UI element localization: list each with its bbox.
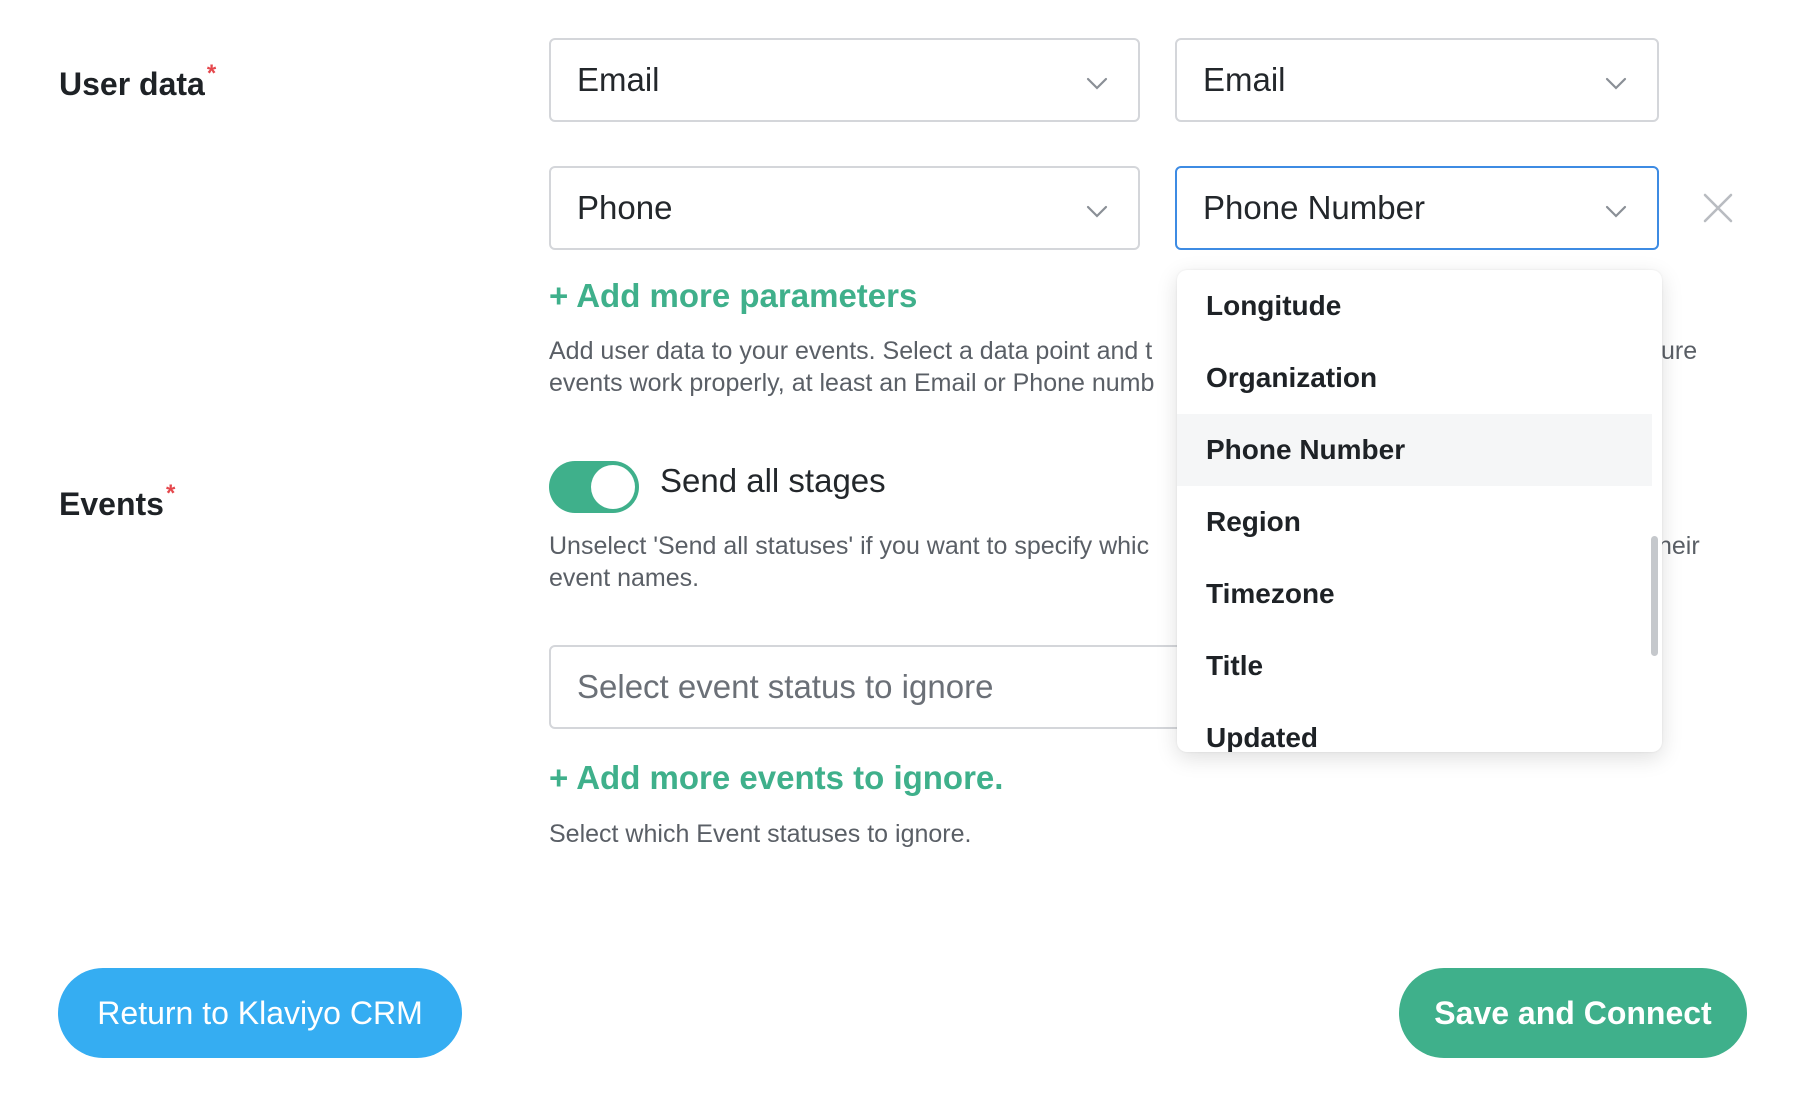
select-value: Phone (577, 189, 673, 226)
dropdown-option[interactable]: Longitude (1177, 270, 1652, 342)
events-help-line-1-tail: heir (1658, 532, 1700, 560)
chevron-down-icon (1603, 66, 1629, 92)
required-asterisk: * (165, 480, 176, 507)
add-more-events-to-ignore-link[interactable]: + Add more events to ignore. (549, 759, 1003, 797)
dropdown-option[interactable]: Organization (1177, 342, 1652, 414)
events-help-line-2: event names. (549, 564, 700, 592)
target-field-dropdown[interactable]: Longitude Organization Phone Number Regi… (1177, 270, 1662, 752)
chevron-down-icon (1084, 66, 1110, 92)
save-and-connect-button[interactable]: Save and Connect (1399, 968, 1747, 1058)
chevron-down-icon (1603, 194, 1629, 220)
add-more-parameters-link[interactable]: + Add more parameters (549, 277, 917, 315)
user-data-help-line-1-tail: ure (1661, 337, 1698, 365)
user-data-source-select-2[interactable]: Phone (549, 166, 1140, 250)
dropdown-option[interactable]: Timezone (1177, 558, 1652, 630)
events-help-line-1: Unselect 'Send all statuses' if you want… (549, 532, 1150, 560)
user-data-target-select-2[interactable]: Phone Number (1175, 166, 1659, 250)
remove-row-close-icon[interactable] (1700, 190, 1736, 226)
dropdown-option[interactable]: Updated (1177, 702, 1652, 752)
event-status-ignore-select[interactable]: Select event status to ignore (549, 645, 1249, 729)
dropdown-option[interactable]: Region (1177, 486, 1652, 558)
toggle-knob (591, 465, 635, 509)
user-data-source-select-1[interactable]: Email (549, 38, 1140, 122)
select-value: Email (1203, 61, 1286, 98)
user-data-target-select-1[interactable]: Email (1175, 38, 1659, 122)
ignore-help-text: Select which Event statuses to ignore. (549, 820, 972, 848)
required-asterisk: * (206, 60, 217, 87)
events-label-text: Events (59, 486, 164, 522)
select-value: Email (577, 61, 660, 98)
dropdown-list: Longitude Organization Phone Number Regi… (1177, 270, 1662, 752)
select-value: Phone Number (1203, 189, 1425, 226)
events-label: Events* (59, 480, 175, 523)
user-data-help-line-2: events work properly, at least an Email … (549, 369, 1155, 397)
user-data-help-line-1: Add user data to your events. Select a d… (549, 337, 1153, 365)
chevron-down-icon (1084, 194, 1110, 220)
user-data-label: User data* (59, 60, 216, 103)
dropdown-scrollbar[interactable] (1651, 536, 1658, 656)
send-all-stages-label: Send all stages (660, 462, 886, 499)
select-placeholder: Select event status to ignore (577, 668, 994, 705)
dropdown-option[interactable]: Title (1177, 630, 1652, 702)
user-data-label-text: User data (59, 66, 205, 102)
send-all-stages-toggle[interactable] (549, 461, 639, 513)
return-to-klaviyo-button[interactable]: Return to Klaviyo CRM (58, 968, 462, 1058)
dropdown-option-selected[interactable]: Phone Number (1177, 414, 1652, 486)
